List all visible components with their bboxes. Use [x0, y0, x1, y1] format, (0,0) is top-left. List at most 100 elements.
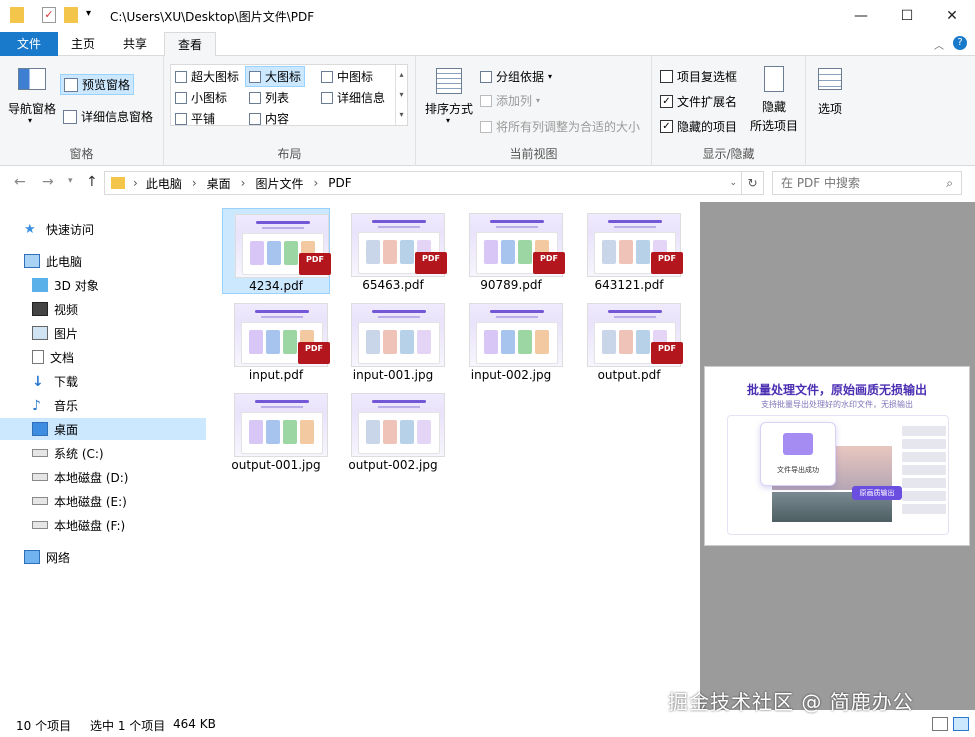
tab-home[interactable]: 主页 [60, 32, 106, 56]
forward-arrow-icon[interactable]: → [42, 174, 54, 190]
file-item[interactable]: PDF 643121.pdf [575, 208, 683, 294]
recent-locations-icon[interactable]: ▾ [68, 176, 73, 186]
layout-list[interactable]: 列表 [249, 89, 289, 106]
file-extensions-toggle[interactable]: ✓ 文件扩展名 [660, 93, 737, 110]
file-name: 643121.pdf [594, 278, 664, 292]
pdf-icon: PDF [651, 252, 683, 274]
pdf-icon: PDF [651, 342, 683, 364]
layout-small[interactable]: 小图标 [175, 89, 227, 106]
sidebar-item-this-pc[interactable]: 此电脑 [0, 250, 206, 272]
sidebar-item-music[interactable]: ♪ 音乐 [0, 394, 206, 416]
file-item[interactable]: PDF 90789.pdf [457, 208, 565, 294]
details-view-icon[interactable] [932, 717, 948, 731]
layout-tiles[interactable]: 平铺 [175, 110, 215, 127]
tab-view[interactable]: 查看 [164, 32, 216, 57]
thumb-card [266, 330, 280, 354]
sidebar-item-pictures[interactable]: 图片 [0, 322, 206, 344]
customize-toolbar-icon[interactable]: ▾ [86, 8, 91, 19]
file-thumbnail [234, 393, 328, 457]
close-button[interactable]: ✕ [929, 0, 975, 32]
layout-label: 列表 [265, 91, 290, 105]
address-history-dropdown-icon[interactable]: ⌄ [729, 178, 737, 188]
breadcrumb-this-pc[interactable]: 此电脑 [146, 175, 182, 192]
collapse-ribbon-icon[interactable]: ︿ [934, 37, 944, 52]
layout-medium[interactable]: 中图标 [321, 68, 373, 85]
thumb-card [400, 330, 414, 354]
search-box[interactable]: ⌕ [772, 171, 962, 195]
breadcrumb-separator[interactable]: › [241, 176, 246, 190]
sidebar-item-drive-f[interactable]: 本地磁盘 (F:) [0, 514, 206, 536]
file-item[interactable]: PDF 4234.pdf [222, 208, 331, 294]
sidebar-item-documents[interactable]: 文档 [0, 346, 206, 368]
preview-pane-button[interactable]: 预览窗格 [60, 74, 135, 95]
file-list: PDF 4234.pdf PDF 65463.pdf PDF 90789.pdf PDF 64… [214, 204, 698, 709]
hide-selected-label-1: 隐藏 [761, 100, 786, 114]
add-column-button[interactable]: 添加列 ▾ [480, 92, 540, 109]
thumb-card [250, 241, 264, 265]
file-name: input.pdf [248, 368, 304, 382]
address-bar[interactable]: › 此电脑 › 桌面 › 图片文件 › PDF ⌄ [104, 171, 742, 195]
nav-pane-button[interactable]: 导航窗格 ▾ [8, 64, 56, 134]
sidebar-item-network[interactable]: 网络 [0, 546, 206, 568]
layout-details[interactable]: 详细信息 [321, 89, 385, 106]
sidebar-item-quick-access[interactable]: ★ 快速访问 [0, 218, 206, 240]
help-icon[interactable]: ? [953, 36, 967, 50]
back-arrow-icon[interactable]: ← [14, 174, 26, 190]
item-checkboxes-toggle[interactable]: 项目复选框 [660, 68, 737, 85]
breadcrumb-separator[interactable]: › [192, 176, 197, 190]
sidebar-item-3d-objects[interactable]: 3D 对象 [0, 274, 206, 296]
sidebar-item-drive-c[interactable]: 系统 (C:) [0, 442, 206, 464]
up-arrow-icon[interactable]: ↑ [86, 174, 98, 190]
options-label: 选项 [817, 102, 842, 116]
layout-extra-large[interactable]: 超大图标 [175, 68, 239, 85]
details-pane-button[interactable]: 详细信息窗格 [63, 108, 153, 125]
file-item[interactable]: PDF input.pdf [222, 298, 330, 384]
tab-share[interactable]: 共享 [112, 32, 158, 56]
new-folder-icon[interactable] [64, 7, 78, 23]
search-input[interactable] [773, 172, 933, 194]
fit-columns-button[interactable]: 将所有列调整为合适的大小 [480, 118, 640, 135]
file-item[interactable]: output-001.jpg [222, 388, 330, 474]
file-item[interactable]: PDF 65463.pdf [339, 208, 447, 294]
layout-content[interactable]: 内容 [249, 110, 289, 127]
checkbox-checked-icon[interactable]: ✓ [660, 120, 673, 133]
options-button[interactable]: 选项 [814, 68, 846, 117]
large-icons-view-icon[interactable] [953, 717, 969, 731]
file-name: output-001.jpg [231, 458, 321, 472]
sidebar-item-drive-d[interactable]: 本地磁盘 (D:) [0, 466, 206, 488]
thumb-card [400, 420, 414, 444]
search-icon[interactable]: ⌕ [946, 176, 953, 191]
file-item[interactable]: PDF output.pdf [575, 298, 683, 384]
breadcrumb-desktop[interactable]: 桌面 [207, 175, 231, 192]
checkbox-checked-icon[interactable]: ✓ [660, 95, 673, 108]
layout-large[interactable]: 大图标 [245, 66, 306, 87]
sidebar-item-label: 快速访问 [46, 222, 95, 237]
sidebar-item-videos[interactable]: 视频 [0, 298, 206, 320]
sidebar-item-label: 本地磁盘 (D:) [54, 470, 129, 485]
sidebar-item-downloads[interactable]: ↓ 下载 [0, 370, 206, 392]
file-item[interactable]: input-001.jpg [339, 298, 447, 384]
sidebar-item-desktop[interactable]: 桌面 [0, 418, 206, 440]
preview-panel: 文件导出成功 原画质输出 [727, 415, 949, 535]
hide-selected-button[interactable]: 隐藏 所选项目 [746, 66, 802, 134]
minimize-button[interactable]: — [838, 0, 884, 32]
file-item[interactable]: input-002.jpg [457, 298, 565, 384]
group-by-button[interactable]: 分组依据 ▾ [480, 68, 552, 85]
refresh-icon[interactable]: ↻ [742, 171, 764, 195]
preview-subtitle: 支持批量导出处理好的水印文件，无损输出 [761, 400, 913, 409]
checkbox-icon[interactable] [660, 70, 673, 83]
file-item[interactable]: output-002.jpg [339, 388, 447, 474]
tab-file[interactable]: 文件 [0, 32, 58, 56]
sort-button[interactable]: 排序方式 ▾ [424, 64, 474, 134]
layout-scroll[interactable]: ▴ ▾ ▾ [395, 65, 407, 125]
breadcrumb-separator[interactable]: › [313, 176, 318, 190]
breadcrumb-pdf[interactable]: PDF [328, 176, 351, 190]
hidden-items-toggle[interactable]: ✓ 隐藏的项目 [660, 118, 737, 135]
group-by-label: 分组依据 [496, 70, 545, 84]
properties-icon[interactable]: ✓ [42, 7, 56, 23]
breadcrumb-picture-files[interactable]: 图片文件 [255, 175, 303, 192]
sidebar-item-drive-e[interactable]: 本地磁盘 (E:) [0, 490, 206, 512]
preview-popup: 文件导出成功 [760, 422, 836, 486]
nav-pane-icon [18, 68, 46, 90]
maximize-button[interactable]: ☐ [884, 0, 930, 32]
